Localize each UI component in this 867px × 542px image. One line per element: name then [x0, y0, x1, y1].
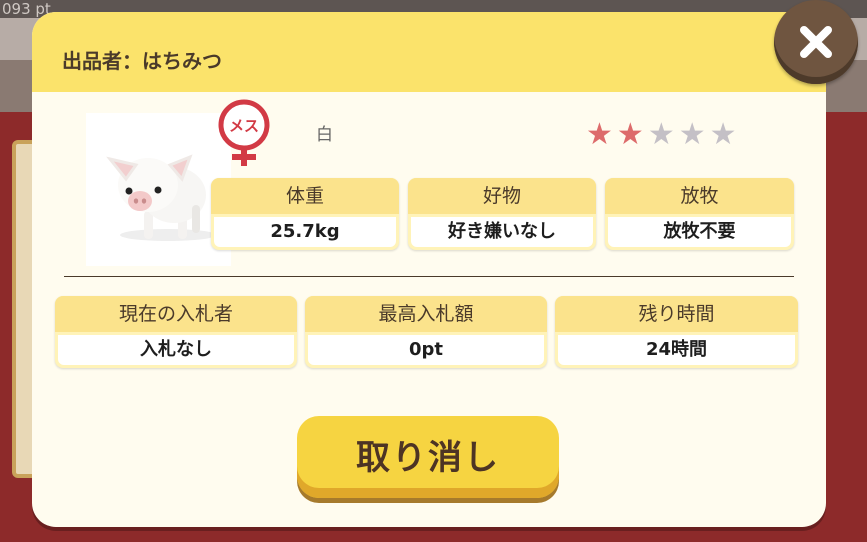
color-label: 白: [316, 125, 333, 145]
female-symbol-icon: メス: [214, 98, 278, 168]
rating-stars: ★ ★ ★ ★ ★: [586, 118, 737, 152]
sex-label: メス: [229, 117, 259, 135]
stat-label: 好物: [408, 178, 596, 214]
stat-value: 24時間: [558, 335, 795, 365]
star-icon: ★: [709, 117, 737, 152]
dialog-header: 出品者：はちみつ: [32, 12, 826, 92]
seller-label: 出品者：はちみつ: [62, 49, 222, 73]
stat-label: 最高入札額: [305, 296, 547, 332]
pig-image: [86, 113, 231, 266]
stat-value: 25.7kg: [214, 217, 396, 247]
stat-label: 残り時間: [555, 296, 798, 332]
stat-weight: 体重 25.7kg: [211, 178, 399, 250]
cancel-button[interactable]: 取り消し: [297, 416, 559, 498]
stat-value: 放牧不要: [608, 217, 791, 247]
stat-value: 入札なし: [58, 335, 294, 365]
stat-label: 放牧: [605, 178, 794, 214]
stat-grazing: 放牧 放牧不要: [605, 178, 794, 250]
close-button[interactable]: [774, 0, 858, 84]
star-icon: ★: [678, 117, 706, 152]
current-bidder: 現在の入札者 入札なし: [55, 296, 297, 368]
stat-value: 0pt: [308, 335, 544, 365]
star-icon: ★: [647, 117, 675, 152]
close-icon: [800, 26, 832, 58]
divider: [64, 276, 794, 277]
cancel-button-label: 取り消し: [356, 437, 500, 478]
star-icon: ★: [586, 117, 613, 152]
stat-label: 現在の入札者: [55, 296, 297, 332]
remaining-time: 残り時間 24時間: [555, 296, 798, 368]
stat-label: 体重: [211, 178, 399, 214]
star-icon: ★: [616, 117, 644, 152]
stat-favorite: 好物 好き嫌いなし: [408, 178, 596, 250]
listing-detail-dialog: 出品者：はちみつ メス 白 ★ ★ ★ ★ ★ 体重 25.7kg 好物 好き嫌…: [32, 12, 826, 527]
stat-value: 好き嫌いなし: [411, 217, 593, 247]
highest-bid: 最高入札額 0pt: [305, 296, 547, 368]
